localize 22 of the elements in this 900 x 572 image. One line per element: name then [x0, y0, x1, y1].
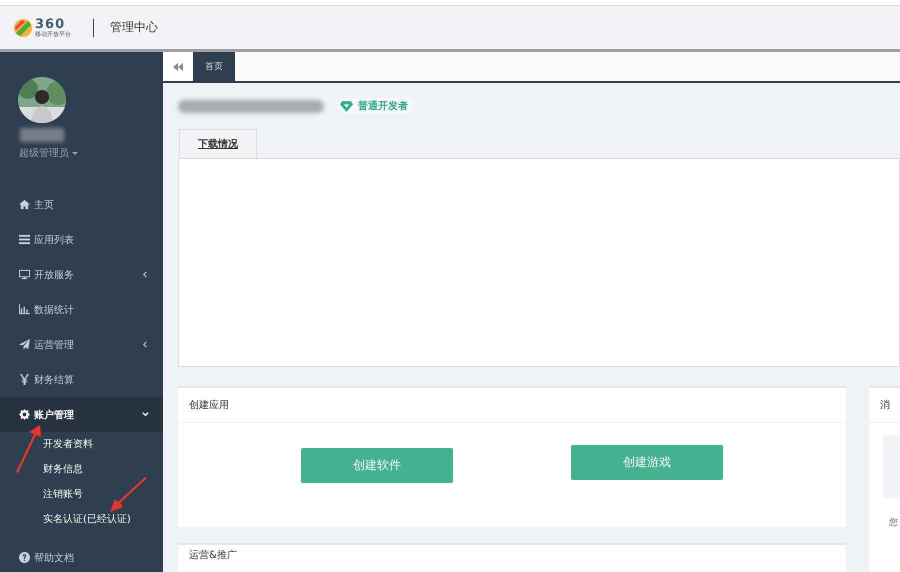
- sidebar-item[interactable]: 应用列表: [0, 222, 163, 257]
- role-dropdown[interactable]: 超级管理员: [19, 146, 78, 160]
- sidebar-item[interactable]: 数据统计: [0, 292, 163, 327]
- submenu-item[interactable]: 注销账号: [43, 482, 83, 507]
- sidebar-item[interactable]: 账户管理: [0, 397, 163, 432]
- message-text: 您: [889, 516, 899, 529]
- sidebar-item[interactable]: 开放服务: [0, 257, 163, 292]
- card-title: 消: [869, 388, 900, 423]
- submenu-item[interactable]: 开发者资料: [43, 432, 93, 457]
- page-tab[interactable]: 首页: [193, 52, 235, 81]
- sidebar-item[interactable]: 财务结算: [0, 362, 163, 397]
- submenu-item[interactable]: 财务信息: [43, 457, 83, 482]
- sidebar-item[interactable]: 运营管理: [0, 327, 163, 362]
- submenu-item[interactable]: 实名认证(已经认证): [43, 507, 131, 532]
- sidebar-item[interactable]: 主页: [0, 187, 163, 222]
- header-title: 管理中心: [110, 19, 158, 36]
- panel-tab[interactable]: 下载情况: [179, 129, 257, 158]
- card-title: 创建应用: [178, 388, 846, 423]
- card-title: 运营&推广: [188, 548, 238, 563]
- logo-text: 360: [35, 18, 66, 30]
- sidebar-item[interactable]: 帮助文档: [0, 540, 163, 572]
- developer-badge: 普通开发者: [338, 98, 414, 114]
